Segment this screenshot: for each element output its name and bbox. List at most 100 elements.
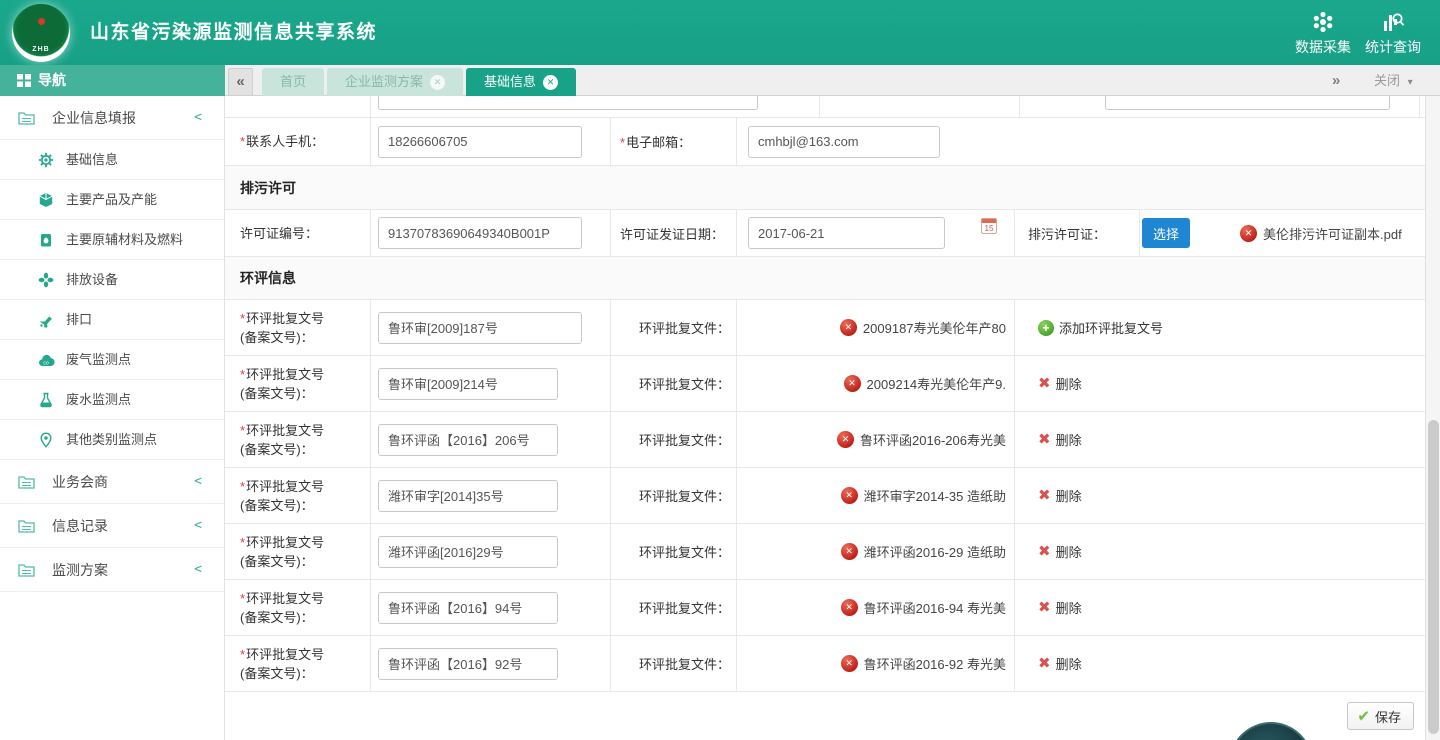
app-logo: ZHB [12,4,70,62]
remove-file-icon[interactable]: ✕ [837,431,854,448]
delete-cross-icon: ✖ [1038,600,1051,615]
eia-doc-no-input[interactable] [378,424,558,456]
statistics-query-button[interactable]: 统计查询 [1353,9,1433,57]
sidebar-item-other-monitoring[interactable]: 其他类别监测点 [0,420,224,460]
remove-permit-file-icon[interactable]: ✕ [1240,225,1257,242]
sidebar-item-discharge-equipment[interactable]: 排放设备 [0,260,224,300]
clipped-input[interactable] [378,96,758,110]
eia-row: *环评批复文号 (备案文号)： 环评批复文件： ✕ 鲁环评函2016-94 寿光… [225,580,1425,636]
eia-file-name[interactable]: 鲁环评函2016-94 寿光美 [864,598,1006,617]
eia-doc-no-input[interactable] [378,368,558,400]
chevron-left-icon: < [194,96,202,140]
required-mark: * [240,134,245,149]
delete-eia-row-button[interactable]: ✖ 删除 [1038,654,1082,673]
grid-icon [17,74,31,87]
sidebar-item-waste-water-monitoring[interactable]: 废水监测点 [0,380,224,420]
data-collection-button[interactable]: 数据采集 [1283,9,1363,57]
remove-file-icon[interactable]: ✕ [841,655,858,672]
eia-doc-no-input[interactable] [378,536,558,568]
sidebar-item-main-products[interactable]: 主要产品及产能 [0,180,224,220]
eia-file-label: 环评批复文件： [639,486,730,505]
eia-file-name[interactable]: 鲁环评函2016-206寿光美 [860,430,1006,449]
required-mark: * [240,423,245,438]
issue-date-input[interactable] [748,217,945,249]
delete-cross-icon: ✖ [1038,544,1051,559]
delete-eia-row-button[interactable]: ✖ 删除 [1038,486,1082,505]
chevron-left-icon: < [194,504,202,548]
delete-eia-row-button[interactable]: ✖ 删除 [1038,542,1082,561]
remove-file-icon[interactable]: ✕ [841,487,858,504]
eia-file-name[interactable]: 鲁环评函2016-92 寿光美 [864,654,1006,673]
nav-band[interactable]: 导航 [0,65,225,96]
permit-section-title: 排污许可 [240,166,296,209]
sidebar-item-waste-gas-monitoring[interactable]: co 废气监测点 [0,340,224,380]
close-menu-button[interactable]: 关闭 ▾ [1374,65,1413,96]
sidebar-group-info-record[interactable]: 信息记录 < [0,504,224,548]
eia-file-label: 环评批复文件： [639,598,730,617]
tab-enterprise-monitoring-plan[interactable]: 企业监测方案 ✕ [327,68,463,96]
eia-doc-label-line2: (备案文号)： [240,664,370,683]
clipped-input[interactable] [1105,96,1390,110]
delete-cross-icon: ✖ [1038,488,1051,503]
add-eia-doc-button[interactable]: + 添加环评批复文号 [1038,318,1163,337]
close-icon[interactable]: ✕ [543,75,558,90]
sidebar-item-outlet[interactable]: 排口 [0,300,224,340]
eia-doc-no-input[interactable] [378,312,582,344]
required-mark: * [240,591,245,606]
tab-home[interactable]: 首页 [262,68,324,96]
email-input[interactable] [748,126,940,158]
delete-eia-row-button[interactable]: ✖ 删除 [1038,430,1082,449]
scroll-tabs-right-button[interactable]: » [1332,65,1340,96]
folder-icon [18,110,35,125]
eia-row: *环评批复文号 (备案文号)： 环评批复文件： ✕ 2009214寿光美伦年产9… [225,356,1425,412]
eia-doc-no-input[interactable] [378,592,558,624]
eia-file-label: 环评批复文件： [639,654,730,673]
eia-file-name[interactable]: 2009214寿光美伦年产9. [867,374,1006,393]
add-icon: + [1038,320,1054,336]
eia-doc-label-line2: (备案文号)： [240,608,370,627]
tab-basic-info[interactable]: 基础信息 ✕ [466,68,576,96]
delete-eia-row-button[interactable]: ✖ 删除 [1038,374,1082,393]
remove-file-icon[interactable]: ✕ [841,599,858,616]
eia-file-label: 环评批复文件： [639,430,730,449]
eia-doc-label-line1: 环评批复文号 [246,479,324,494]
phone-input[interactable] [378,126,582,158]
contact-row: *联系人手机： *电子邮箱： [225,118,1425,166]
delete-cross-icon: ✖ [1038,376,1051,391]
app-header: ZHB 山东省污染源监测信息共享系统 数据采集 统计查询 [0,0,1440,65]
remove-file-icon[interactable]: ✕ [840,319,857,336]
tab-home-label: 首页 [280,68,306,96]
remove-file-icon[interactable]: ✕ [844,375,861,392]
logo-text: ZHB [12,46,70,53]
add-eia-doc-label: 添加环评批复文号 [1059,318,1163,337]
tab-enterprise-monitoring-plan-label: 企业监测方案 [345,68,423,96]
sidebar-group-monitoring-plan[interactable]: 监测方案 < [0,548,224,592]
scroll-tabs-left-button[interactable]: « [228,68,253,96]
outlet-pipe-icon [38,312,54,328]
sidebar-item-raw-materials-fuel[interactable]: 主要原辅材料及燃料 [0,220,224,260]
permit-file-name[interactable]: 美伦排污许可证副本.pdf [1263,224,1402,243]
license-no-input[interactable] [378,217,582,249]
save-button[interactable]: ✔ 保存 [1347,702,1414,730]
close-icon[interactable]: ✕ [430,75,445,90]
delete-eia-row-button[interactable]: ✖ 删除 [1038,598,1082,617]
scrollbar-thumb[interactable] [1428,420,1439,734]
eia-file-name[interactable]: 潍环审字2014-35 造纸助 [864,486,1006,505]
required-mark: * [240,647,245,662]
eia-file-name[interactable]: 潍环评函2016-29 造纸助 [864,542,1006,561]
sidebar-item-label: 其他类别监测点 [66,420,157,460]
sidebar-group-business-consult[interactable]: 业务会商 < [0,460,224,504]
sidebar-item-label: 排口 [66,300,92,340]
permit-file-label: 排污许可证： [1028,224,1106,243]
sidebar-group-enterprise-info[interactable]: 企业信息填报 < [0,96,224,140]
eia-doc-no-input[interactable] [378,480,558,512]
calendar-icon[interactable]: 15 [981,218,997,234]
eia-row: *环评批复文号 (备案文号)： 环评批复文件： ✕ 鲁环评函2016-92 寿光… [225,636,1425,692]
eia-doc-no-input[interactable] [378,648,558,680]
sidebar-item-basic-info[interactable]: 基础信息 [0,140,224,180]
remove-file-icon[interactable]: ✕ [841,543,858,560]
folder-icon [18,474,35,489]
choose-file-button[interactable]: 选择 [1142,218,1190,248]
data-collection-label: 数据采集 [1283,37,1363,57]
eia-file-name[interactable]: 2009187寿光美伦年产80 [863,318,1006,337]
